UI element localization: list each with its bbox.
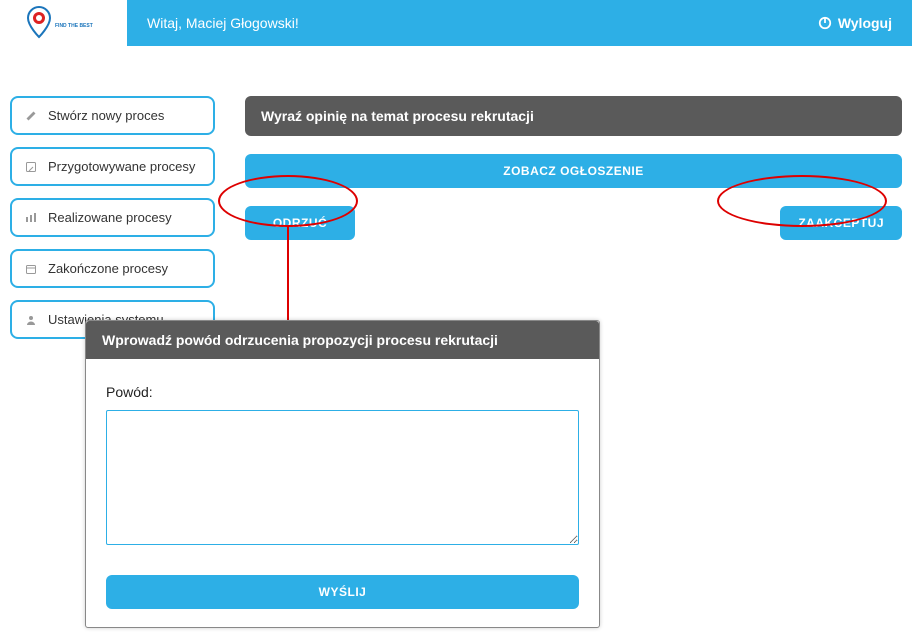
accept-button[interactable]: ZAAKCEPTUJ [780,206,902,240]
modal-body: Powód: WYŚLIJ [86,359,599,627]
calendar-icon [24,262,38,276]
logo[interactable]: FIND THE BEST [0,0,127,46]
send-button[interactable]: WYŚLIJ [106,575,579,609]
reject-reason-modal: Wprowadź powód odrzucenia propozycji pro… [85,320,600,628]
modal-title: Wprowadź powód odrzucenia propozycji pro… [86,321,599,359]
sidebar-item-label: Stwórz nowy proces [48,108,164,123]
logo-icon: FIND THE BEST [19,3,109,43]
user-icon [24,313,38,327]
sidebar: Stwórz nowy proces Przygotowywane proces… [10,96,215,339]
pencil-icon [24,109,38,123]
action-row: ODRZUĆ ZAAKCEPTUJ [245,206,902,240]
reason-label: Powód: [106,384,579,400]
sidebar-item-label: Realizowane procesy [48,210,172,225]
app-header: FIND THE BEST Witaj, Maciej Głogowski! W… [0,0,912,46]
logout-button[interactable]: Wyloguj [818,15,892,31]
panel-title: Wyraź opinię na temat procesu rekrutacji [245,96,902,136]
sidebar-item-new-process[interactable]: Stwórz nowy proces [10,96,215,135]
sidebar-item-finished-processes[interactable]: Zakończone procesy [10,249,215,288]
view-ad-button[interactable]: ZOBACZ OGŁOSZENIE [245,154,902,188]
sidebar-item-running-processes[interactable]: Realizowane procesy [10,198,215,237]
sidebar-item-prepared-processes[interactable]: Przygotowywane procesy [10,147,215,186]
reject-button[interactable]: ODRZUĆ [245,206,355,240]
main-panel: Wyraź opinię na temat procesu rekrutacji… [245,96,902,240]
logout-label: Wyloguj [838,15,892,31]
edit-list-icon [24,160,38,174]
progress-icon [24,211,38,225]
sidebar-item-label: Przygotowywane procesy [48,159,195,174]
header-bar: Witaj, Maciej Głogowski! Wyloguj [127,0,912,46]
welcome-text: Witaj, Maciej Głogowski! [147,15,299,31]
sidebar-item-label: Zakończone procesy [48,261,168,276]
reason-textarea[interactable] [106,410,579,545]
content-area: Stwórz nowy proces Przygotowywane proces… [0,46,912,339]
power-icon [818,16,832,30]
svg-text:FIND THE BEST: FIND THE BEST [55,23,93,29]
